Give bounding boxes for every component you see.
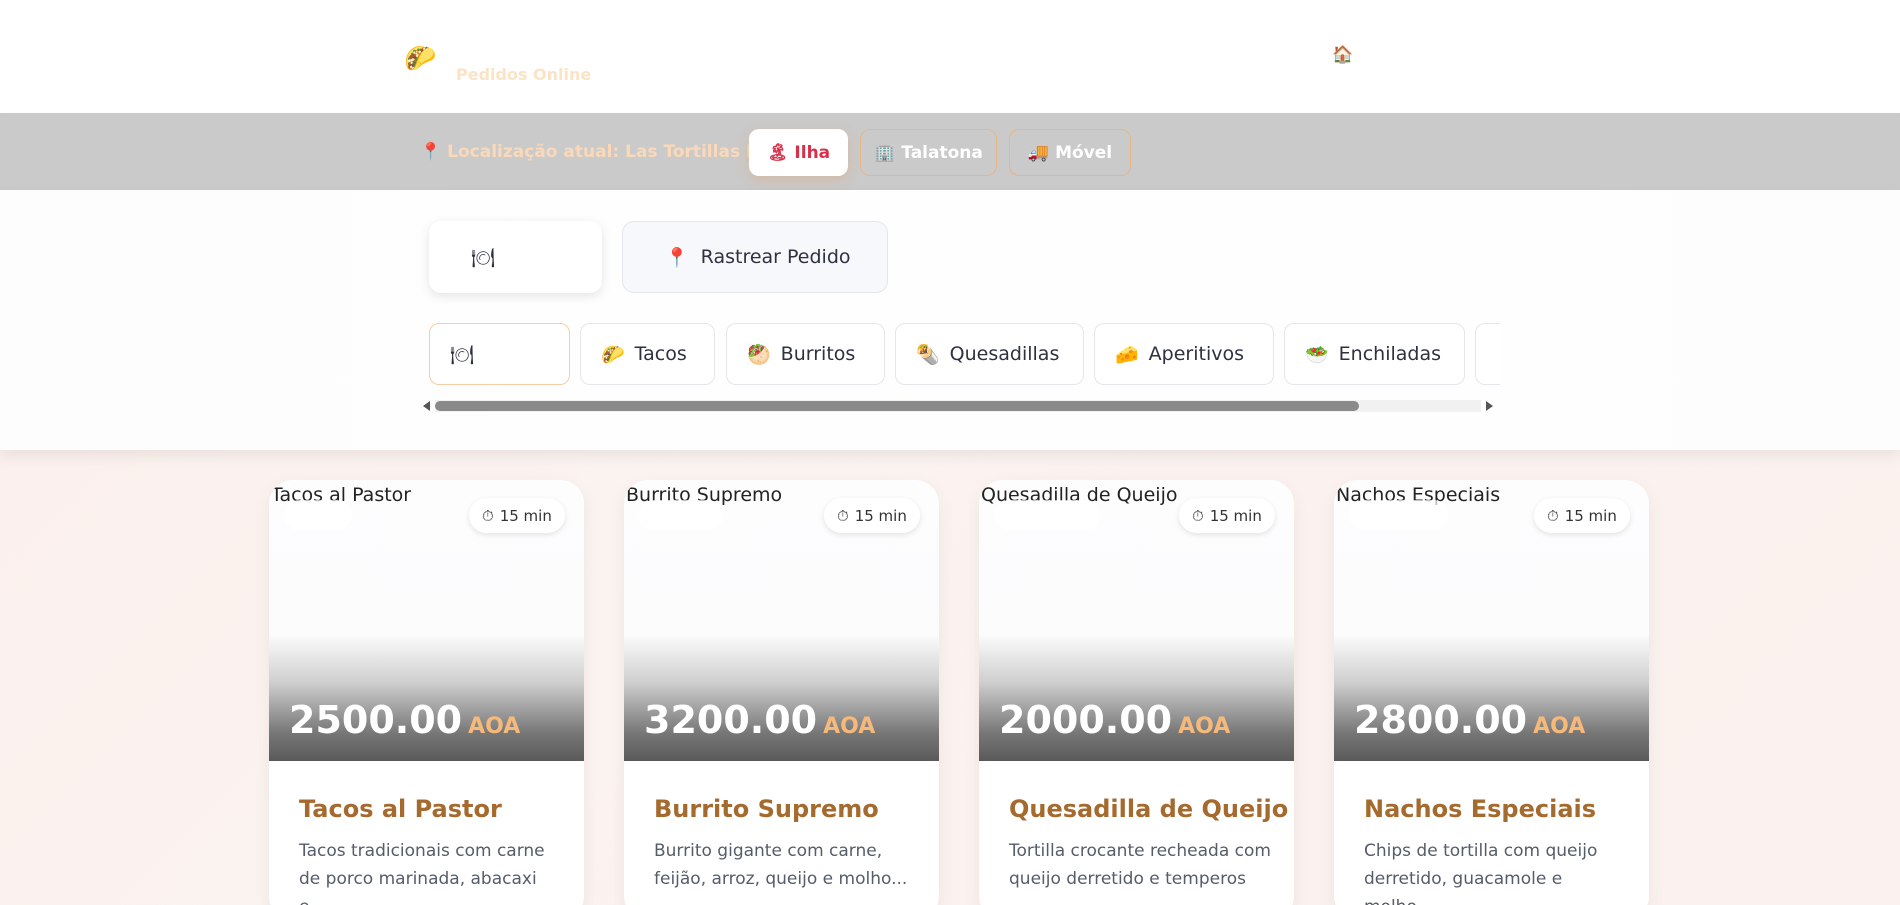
product-image: Tacos al Pastor ⏱ 15 min 2500.00 AOA [269,480,584,761]
price-value: 2500.00 [289,698,463,742]
category-scrollbar[interactable] [423,400,1493,412]
price-value: 2000.00 [999,698,1173,742]
product-card[interactable]: Nachos Especiais ⏱ 15 min 2800.00 AOA Nac… [1334,480,1649,905]
price-value: 3200.00 [644,698,818,742]
pin-icon: 📍 [420,142,442,162]
price: 2500.00 AOA [289,698,520,742]
prep-time-badge: ⏱ 15 min [469,498,565,533]
track-order-button[interactable]: 📍 Rastrear Pedido [622,221,888,293]
location-button-talatona[interactable]: 🏢 Talatona [860,129,997,176]
brand-subtitle: Pedidos Online [456,65,592,84]
home-icon[interactable]: 🏠 [1332,45,1353,65]
category-label: Enchiladas [1338,343,1442,365]
category-tab-quesadillas[interactable]: 🌯 Quesadillas [895,323,1084,385]
menu-view-button[interactable]: 🍽 [429,221,602,293]
scroll-right-arrow-icon[interactable] [1486,401,1493,411]
scrollbar-thumb[interactable] [435,401,1359,411]
stopwatch-icon: ⏱ [1547,506,1559,525]
location-button-ilha[interactable]: 🏝 Ilha [749,129,848,176]
category-tab-aperitivos[interactable]: 🧀 Aperitivos [1094,323,1274,385]
prep-time-badge: ⏱ 15 min [824,498,920,533]
category-label: Burritos [780,343,856,365]
category-tab-more[interactable] [1475,323,1500,385]
category-tag [639,500,723,530]
category-tag [1349,500,1449,530]
price: 2800.00 AOA [1354,698,1585,742]
category-tabs: 🍽 🌮 Tacos 🥙 Burritos 🌯 Quesadillas 🧀 Ape… [429,323,1500,385]
island-icon: 🏝 [766,142,789,163]
category-tab-all[interactable]: 🍽 [429,323,570,385]
plate-icon: 🍽 [471,246,496,269]
salad-icon: 🥗 [1305,343,1329,366]
product-image: Burrito Supremo ⏱ 15 min 3200.00 AOA [624,480,939,761]
location-button-movel[interactable]: 🚚 Móvel [1009,129,1131,176]
taco-icon: 🌮 [601,343,625,366]
prep-time-badge: ⏱ 15 min [1534,498,1630,533]
category-tab-tacos[interactable]: 🌮 Tacos [580,323,715,385]
wrap-icon: 🌯 [916,343,940,366]
product-image: Nachos Especiais ⏱ 15 min 2800.00 AOA [1334,480,1649,761]
product-description: Tacos tradicionais com carne de porco ma… [299,841,545,905]
price-currency: AOA [1533,714,1586,739]
brand[interactable]: 🌮 Pedidos Online [404,44,591,84]
cheese-icon: 🧀 [1115,343,1139,366]
price: 3200.00 AOA [644,698,875,742]
building-icon: 🏢 [874,142,896,163]
truck-icon: 🚚 [1027,142,1050,163]
prep-time-badge: ⏱ 15 min [1179,498,1275,533]
category-label: Tacos [634,343,687,365]
price-currency: AOA [1178,714,1231,739]
stopwatch-icon: ⏱ [837,506,849,525]
price: 2000.00 AOA [999,698,1230,742]
category-tag [994,500,1101,530]
product-description: Chips de tortilla com queijo derretido, … [1364,841,1598,905]
location-button-label: Móvel [1055,142,1113,163]
product-name: Nachos Especiais [1364,795,1597,823]
category-label: Aperitivos [1148,343,1245,365]
stopwatch-icon: ⏱ [482,506,494,525]
taco-icon: 🌮 [404,44,437,74]
product-card[interactable]: Burrito Supremo ⏱ 15 min 3200.00 AOA Burr… [624,480,939,905]
prep-time: 15 min [1209,506,1262,525]
current-location-label: Localização atual: Las Tortillas Ilha [447,142,782,162]
product-name: Tacos al Pastor [299,795,502,823]
price-currency: AOA [823,714,876,739]
app-header: 🌮 Pedidos Online 🏠 [0,0,1900,113]
category-tab-enchiladas[interactable]: 🥗 Enchiladas [1284,323,1465,385]
track-order-label: Rastrear Pedido [700,246,851,268]
scrollbar-track[interactable] [435,400,1481,412]
category-tag [284,500,352,530]
location-bar: 📍 Localização atual: Las Tortillas Ilha … [0,113,1900,190]
category-label: Quesadillas [949,343,1060,365]
price-value: 2800.00 [1354,698,1528,742]
product-card[interactable]: Quesadilla de Queijo ⏱ 15 min 2000.00 AOA… [979,480,1294,905]
product-name: Quesadilla de Queijo [1009,795,1289,823]
product-description: Burrito gigante com carne, feijão, arroz… [654,841,908,889]
prep-time: 15 min [1564,506,1617,525]
pin-icon: 📍 [665,246,689,269]
location-button-label: Ilha [794,142,831,163]
location-button-label: Talatona [901,142,983,163]
prep-time: 15 min [499,506,552,525]
category-tab-burritos[interactable]: 🥙 Burritos [726,323,885,385]
prep-time: 15 min [854,506,907,525]
product-description: Tortilla crocante recheada com queijo de… [1009,841,1271,889]
burrito-icon: 🥙 [747,343,771,366]
product-image: Quesadilla de Queijo ⏱ 15 min 2000.00 AOA [979,480,1294,761]
product-name: Burrito Supremo [654,795,879,823]
price-currency: AOA [468,714,521,739]
controls-panel: 🍽 📍 Rastrear Pedido 🍽 🌮 Tacos 🥙 Burritos… [0,190,1900,450]
product-card[interactable]: Tacos al Pastor ⏱ 15 min 2500.00 AOA Taco… [269,480,584,905]
scroll-left-arrow-icon[interactable] [423,401,430,411]
plate-icon: 🍽 [450,343,475,366]
current-location: 📍 Localização atual: Las Tortillas Ilha [420,142,782,162]
stopwatch-icon: ⏱ [1192,506,1204,525]
